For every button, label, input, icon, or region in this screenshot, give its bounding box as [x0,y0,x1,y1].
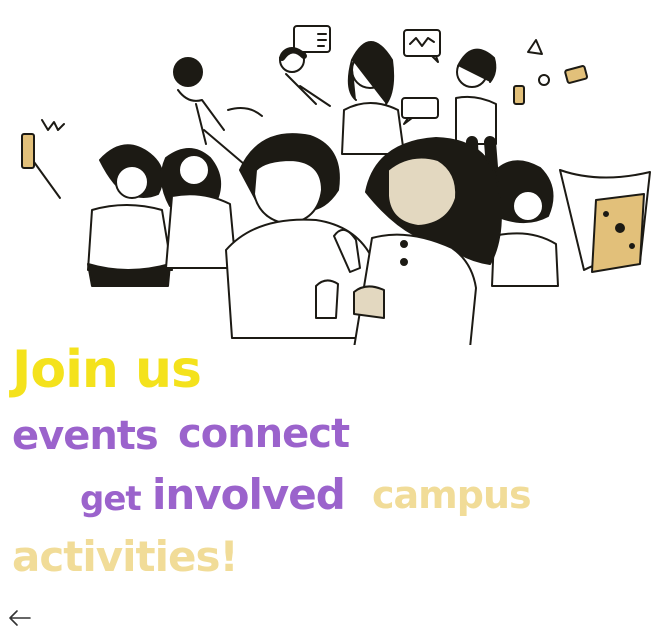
headline-campus: campus [372,473,532,517]
left-arrow-icon [9,610,31,626]
headline-events: events [12,413,159,459]
people-group-illustration [0,0,667,345]
headline-join-us: Join us [12,340,202,400]
join-us-screen: Join us events connect get involved camp… [0,0,667,637]
headline-involved: involved [152,470,346,519]
back-button[interactable] [6,606,34,630]
headline-get: get [80,479,142,519]
headline-connect: connect [178,411,350,457]
headline-activities: activities! [12,532,239,581]
